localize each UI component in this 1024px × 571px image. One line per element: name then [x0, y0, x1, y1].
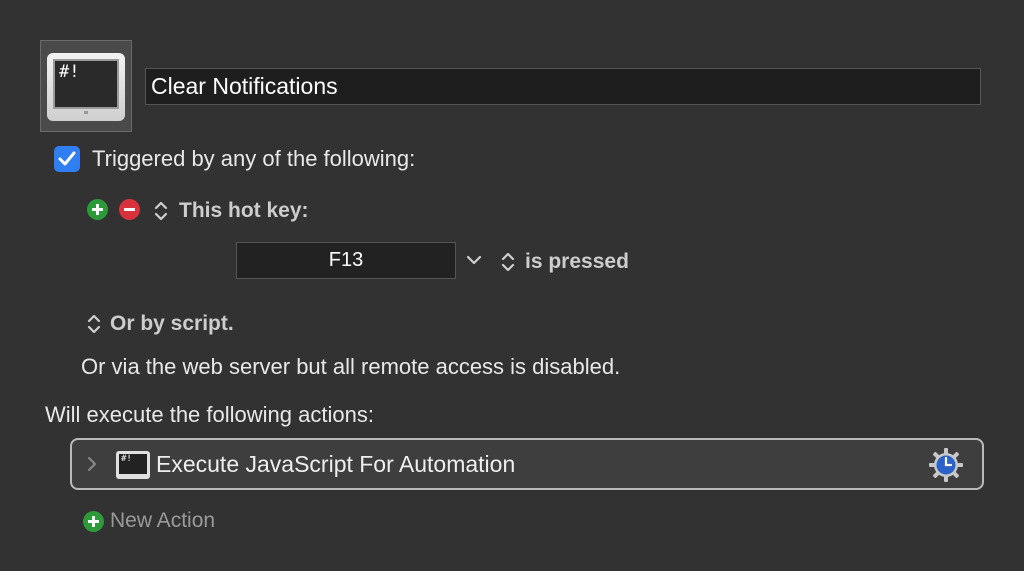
hotkey-field[interactable]: F13: [236, 242, 456, 279]
add-trigger-button[interactable]: [87, 199, 108, 220]
updown-chevron-icon: [154, 201, 168, 221]
hotkey-dropdown[interactable]: [465, 254, 483, 273]
triggered-label: Triggered by any of the following:: [92, 146, 416, 171]
hotkey-section-label[interactable]: This hot key:: [179, 199, 309, 223]
terminal-script-icon: #!: [116, 451, 150, 479]
icon-led: [84, 111, 88, 114]
chevron-down-icon: [466, 255, 482, 265]
disclosure-chevron-icon[interactable]: [86, 456, 98, 477]
hotkey-condition-label[interactable]: is pressed: [525, 250, 629, 274]
checkmark-icon: [58, 151, 76, 166]
actions-header: Will execute the following actions:: [45, 402, 374, 427]
web-server-note: Or via the web server but all remote acc…: [81, 354, 621, 379]
action-icon-text: #!: [119, 454, 147, 474]
triggered-checkbox[interactable]: [54, 146, 80, 172]
terminal-script-icon: #!: [47, 53, 125, 121]
trigger-type-popup[interactable]: [153, 200, 169, 227]
script-trigger-label[interactable]: Or by script.: [110, 312, 234, 336]
plus-icon: [92, 204, 103, 215]
updown-chevron-icon: [87, 314, 101, 334]
action-gear-timer-icon[interactable]: [928, 447, 964, 488]
action-label: Execute JavaScript For Automation: [156, 451, 516, 477]
macro-icon-well[interactable]: #!: [40, 40, 132, 132]
script-trigger-popup[interactable]: [86, 313, 102, 340]
macro-name-field[interactable]: Clear Notifications: [145, 68, 981, 105]
hotkey-condition-popup[interactable]: [500, 251, 516, 278]
updown-chevron-icon: [501, 252, 515, 272]
minus-icon: [124, 208, 135, 211]
action-item[interactable]: #! Execute JavaScript For Automation: [70, 438, 984, 490]
remove-trigger-button[interactable]: [119, 199, 140, 220]
macro-icon-text: #!: [53, 59, 119, 109]
new-action-button[interactable]: New Action: [110, 509, 215, 533]
new-action-plus-icon[interactable]: [83, 511, 104, 532]
